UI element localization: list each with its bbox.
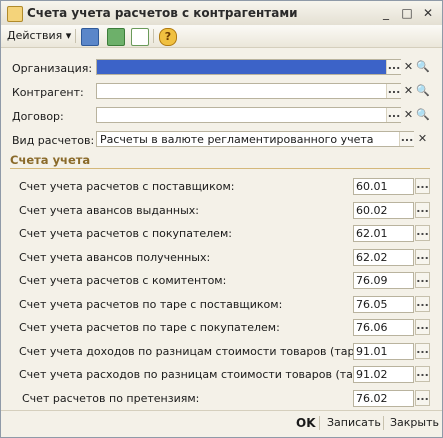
save-button[interactable]: Записать (327, 415, 381, 431)
organization-clear-icon[interactable]: ✕ (402, 59, 415, 75)
account-select-button[interactable]: ... (415, 366, 430, 382)
account-value-field[interactable]: 60.01 (353, 178, 414, 195)
account-row-label: Счет учета расчетов по таре с поставщико… (19, 298, 283, 311)
account-value: 76.02 (356, 392, 388, 405)
account-value: 91.01 (356, 345, 388, 358)
contract-clear-icon[interactable]: ✕ (402, 107, 415, 123)
account-value: 60.02 (356, 204, 388, 217)
contract-select-button[interactable]: ... (386, 108, 401, 122)
account-select-button[interactable]: ... (415, 272, 430, 288)
account-select-button[interactable]: ... (415, 178, 430, 194)
account-select-button[interactable]: ... (415, 225, 430, 241)
account-row-label: Счет учета расчетов с комитентом: (19, 274, 227, 287)
contract-search-icon[interactable]: 🔍 (416, 107, 430, 123)
settlement-type-label: Вид расчетов: (12, 134, 95, 147)
actions-label: Действия (7, 29, 63, 42)
organization-label: Организация: (12, 62, 93, 75)
account-value: 76.09 (356, 274, 388, 287)
close-button[interactable]: Закрыть (390, 415, 439, 431)
account-value-field[interactable]: 76.06 (353, 319, 414, 336)
account-row-label: Счет учета расходов по разницам стоимост… (19, 368, 377, 381)
account-value-field[interactable]: 91.02 (353, 366, 414, 383)
organization-search-icon[interactable]: 🔍 (416, 59, 430, 75)
account-value: 76.06 (356, 321, 388, 334)
toolbar-separator (153, 29, 154, 43)
account-row-label: Счет учета авансов полученных: (19, 251, 211, 264)
account-value-field[interactable]: 76.05 (353, 296, 414, 313)
account-select-button[interactable]: ... (415, 343, 430, 359)
account-value: 62.02 (356, 251, 388, 264)
title-bar[interactable]: Счета учета расчетов с контрагентами _ □… (1, 1, 442, 26)
contract-field[interactable]: ... (96, 107, 401, 123)
counterparty-search-icon[interactable]: 🔍 (416, 83, 430, 99)
settlement-type-value: Расчеты в валюте регламентированного уче… (100, 133, 374, 146)
settlement-type-field[interactable]: Расчеты в валюте регламентированного уче… (96, 131, 414, 147)
settlement-type-select-button[interactable]: ... (399, 132, 414, 146)
account-value-field[interactable]: 76.02 (353, 390, 414, 407)
account-select-button[interactable]: ... (415, 296, 430, 312)
copy-document-icon[interactable] (131, 28, 149, 46)
account-select-button[interactable]: ... (415, 249, 430, 265)
account-row-label: Счет учета расчетов с поставщиком: (19, 180, 235, 193)
footer-separator (319, 416, 320, 430)
account-value-field[interactable]: 60.02 (353, 202, 414, 219)
account-row-label: Счет учета расчетов с покупателем: (19, 227, 232, 240)
refresh-icon[interactable] (107, 28, 125, 46)
close-window-button[interactable]: ✕ (418, 4, 438, 22)
account-select-button[interactable]: ... (415, 202, 430, 218)
accounts-section-title: Счета учета (10, 153, 91, 167)
toolbar: Действия ▾ ? (1, 25, 442, 48)
help-icon[interactable]: ? (159, 28, 177, 46)
window-title: Счета учета расчетов с контрагентами (27, 6, 298, 20)
footer-divider (1, 410, 442, 411)
account-select-button[interactable]: ... (415, 390, 430, 406)
account-row-label: Счет учета авансов выданных: (19, 204, 199, 217)
dialog-window: Счета учета расчетов с контрагентами _ □… (0, 0, 443, 438)
account-row-label: Счет расчетов по претензиям: (22, 392, 200, 405)
save-to-register-icon[interactable] (81, 28, 99, 46)
organization-selection (97, 60, 400, 74)
ok-button[interactable]: OK (296, 415, 316, 431)
toolbar-separator (75, 29, 76, 43)
account-row-label: Счет учета расчетов по таре с покупателе… (19, 321, 280, 334)
actions-menu-button[interactable]: Действия ▾ (7, 27, 71, 45)
organization-select-button[interactable]: ... (386, 60, 401, 74)
account-value-field[interactable]: 91.01 (353, 343, 414, 360)
minimize-button[interactable]: _ (376, 4, 396, 22)
account-value: 60.01 (356, 180, 388, 193)
organization-field[interactable]: ... (96, 59, 401, 75)
account-value: 62.01 (356, 227, 388, 240)
account-select-button[interactable]: ... (415, 319, 430, 335)
account-value-field[interactable]: 76.09 (353, 272, 414, 289)
account-value: 91.02 (356, 368, 388, 381)
account-value: 76.05 (356, 298, 388, 311)
section-divider (10, 168, 430, 169)
account-row-label: Счет учета доходов по разницам стоимости… (19, 345, 372, 358)
app-icon (7, 6, 23, 22)
chevron-down-icon: ▾ (65, 29, 72, 42)
counterparty-label: Контрагент: (12, 86, 84, 99)
counterparty-select-button[interactable]: ... (386, 84, 401, 98)
account-value-field[interactable]: 62.02 (353, 249, 414, 266)
contract-label: Договор: (12, 110, 64, 123)
settlement-type-clear-icon[interactable]: ✕ (416, 131, 429, 147)
account-value-field[interactable]: 62.01 (353, 225, 414, 242)
maximize-button[interactable]: □ (397, 4, 417, 22)
counterparty-field[interactable]: ... (96, 83, 401, 99)
footer-separator (383, 416, 384, 430)
counterparty-clear-icon[interactable]: ✕ (402, 83, 415, 99)
